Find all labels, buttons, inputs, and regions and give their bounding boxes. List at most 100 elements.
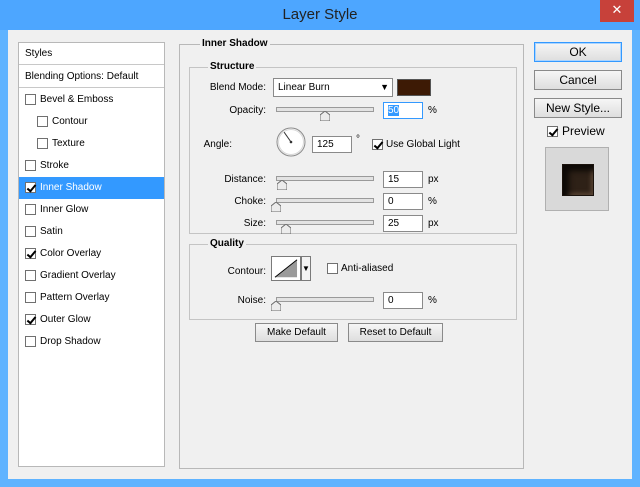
blend-mode-select[interactable]: Linear Burn ▼ — [273, 78, 393, 97]
sidebar-item-checkbox[interactable] — [25, 270, 36, 281]
shadow-color-swatch[interactable] — [397, 79, 431, 96]
opacity-slider-thumb[interactable] — [320, 111, 330, 121]
sidebar-item-label: Contour — [52, 116, 88, 127]
opacity-unit: % — [428, 105, 437, 116]
sidebar-item-label: Gradient Overlay — [40, 270, 116, 281]
sidebar-item-color-overlay[interactable]: Color Overlay — [19, 243, 164, 265]
sidebar-item-satin[interactable]: Satin — [19, 221, 164, 243]
sidebar-item-stroke[interactable]: Stroke — [19, 155, 164, 177]
distance-input[interactable]: 15 — [383, 171, 423, 188]
noise-input[interactable]: 0 — [383, 292, 423, 309]
sidebar-item-label: Bevel & Emboss — [40, 94, 114, 105]
sidebar-item-checkbox[interactable] — [25, 182, 36, 193]
sidebar-item-label: Stroke — [40, 160, 69, 171]
quality-group: Quality Contour: ▼ Anti-aliased Noise: 0… — [189, 238, 517, 320]
noise-slider-track[interactable] — [276, 297, 374, 302]
sidebar-item-checkbox[interactable] — [37, 138, 48, 149]
use-global-light-label: Use Global Light — [386, 139, 460, 150]
new-style-button[interactable]: New Style... — [534, 98, 622, 118]
quality-title: Quality — [208, 238, 246, 249]
sidebar-item-checkbox[interactable] — [25, 160, 36, 171]
panel-title: Inner Shadow — [200, 38, 270, 49]
dialog-title: Layer Style — [282, 6, 358, 23]
opacity-label: Opacity: — [229, 105, 266, 116]
sidebar-item-bevel-and-emboss[interactable]: Bevel & Emboss — [19, 89, 164, 111]
angle-label: Angle: — [203, 139, 232, 150]
sidebar-item-outer-glow[interactable]: Outer Glow — [19, 309, 164, 331]
preview-swatch — [562, 164, 594, 196]
distance-slider-track[interactable] — [276, 176, 374, 181]
sidebar-item-checkbox[interactable] — [25, 226, 36, 237]
noise-label: Noise: — [237, 295, 266, 306]
sidebar-item-label: Color Overlay — [40, 248, 102, 259]
close-button[interactable]: ✕ — [600, 0, 634, 22]
angle-dial[interactable] — [276, 127, 306, 157]
noise-unit: % — [428, 295, 437, 306]
opacity-value: 50 — [388, 105, 400, 116]
sidebar-item-checkbox[interactable] — [25, 204, 36, 215]
ok-button[interactable]: OK — [534, 42, 622, 62]
blend-mode-label: Blend Mode: — [209, 82, 266, 93]
distance-unit: px — [428, 174, 439, 185]
size-label: Size: — [243, 218, 266, 229]
choke-label: Choke: — [234, 196, 266, 207]
sidebar-item-inner-glow[interactable]: Inner Glow — [19, 199, 164, 221]
styles-header-label: Styles — [25, 48, 53, 59]
sidebar-item-contour[interactable]: Contour — [19, 111, 164, 133]
sidebar-item-label: Inner Glow — [40, 204, 89, 215]
contour-preview[interactable] — [271, 256, 301, 281]
size-unit: px — [428, 218, 439, 229]
preview-box — [545, 147, 609, 211]
sidebar-item-label: Inner Shadow — [40, 182, 102, 193]
sidebar-item-checkbox[interactable] — [37, 116, 48, 127]
angle-input[interactable]: 125 — [312, 136, 352, 153]
sidebar-item-label: Texture — [52, 138, 85, 149]
cancel-button[interactable]: Cancel — [534, 70, 622, 90]
anti-aliased-label: Anti-aliased — [341, 263, 394, 274]
sidebar-item-label: Satin — [40, 226, 63, 237]
make-default-button[interactable]: Make Default — [255, 323, 338, 342]
blending-options-label: Blending Options: Default — [25, 71, 139, 82]
degree-unit: ° — [356, 134, 360, 145]
sidebar-item-drop-shadow[interactable]: Drop Shadow — [19, 331, 164, 353]
contour-dropdown-arrow[interactable]: ▼ — [301, 256, 311, 281]
choke-unit: % — [428, 196, 437, 207]
sidebar-item-checkbox[interactable] — [25, 314, 36, 325]
blend-mode-value: Linear Burn — [278, 82, 330, 93]
style-list: Styles Blending Options: Default Bevel &… — [18, 42, 165, 467]
opacity-input[interactable]: 50 — [383, 102, 423, 119]
use-global-light-checkbox[interactable] — [372, 139, 383, 150]
inner-shadow-panel: Inner Shadow Structure Blend Mode: Linea… — [179, 38, 524, 469]
sidebar-item-inner-shadow[interactable]: Inner Shadow — [19, 177, 164, 199]
choke-slider-track[interactable] — [276, 198, 374, 203]
preview-checkbox[interactable] — [547, 126, 558, 137]
dialog-window: Layer Style ✕ Styles Blending Options: D… — [0, 0, 640, 487]
title-bar[interactable]: Layer Style ✕ — [0, 0, 640, 30]
noise-slider-thumb[interactable] — [271, 301, 281, 311]
contour-label: Contour: — [227, 266, 266, 277]
distance-label: Distance: — [224, 174, 266, 185]
reset-to-default-button[interactable]: Reset to Default — [348, 323, 443, 342]
choke-slider-thumb[interactable] — [271, 202, 281, 212]
structure-title: Structure — [208, 61, 257, 72]
chevron-down-icon: ▼ — [380, 82, 389, 92]
choke-input[interactable]: 0 — [383, 193, 423, 210]
sidebar-item-checkbox[interactable] — [25, 336, 36, 347]
sidebar-item-pattern-overlay[interactable]: Pattern Overlay — [19, 287, 164, 309]
sidebar-item-texture[interactable]: Texture — [19, 133, 164, 155]
styles-header[interactable]: Styles — [19, 43, 164, 65]
dialog-body: Styles Blending Options: Default Bevel &… — [8, 30, 632, 479]
anti-aliased-checkbox[interactable] — [327, 263, 338, 274]
sidebar-item-label: Drop Shadow — [40, 336, 101, 347]
sidebar-item-label: Outer Glow — [40, 314, 91, 325]
sidebar-item-checkbox[interactable] — [25, 292, 36, 303]
distance-slider-thumb[interactable] — [276, 180, 287, 190]
sidebar-item-checkbox[interactable] — [25, 248, 36, 259]
preview-label: Preview — [562, 124, 605, 138]
sidebar-item-gradient-overlay[interactable]: Gradient Overlay — [19, 265, 164, 287]
size-slider-thumb[interactable] — [280, 224, 291, 234]
size-input[interactable]: 25 — [383, 215, 423, 232]
sidebar-item-checkbox[interactable] — [25, 94, 36, 105]
sidebar-item-label: Pattern Overlay — [40, 292, 110, 303]
blending-options-item[interactable]: Blending Options: Default — [19, 66, 164, 88]
